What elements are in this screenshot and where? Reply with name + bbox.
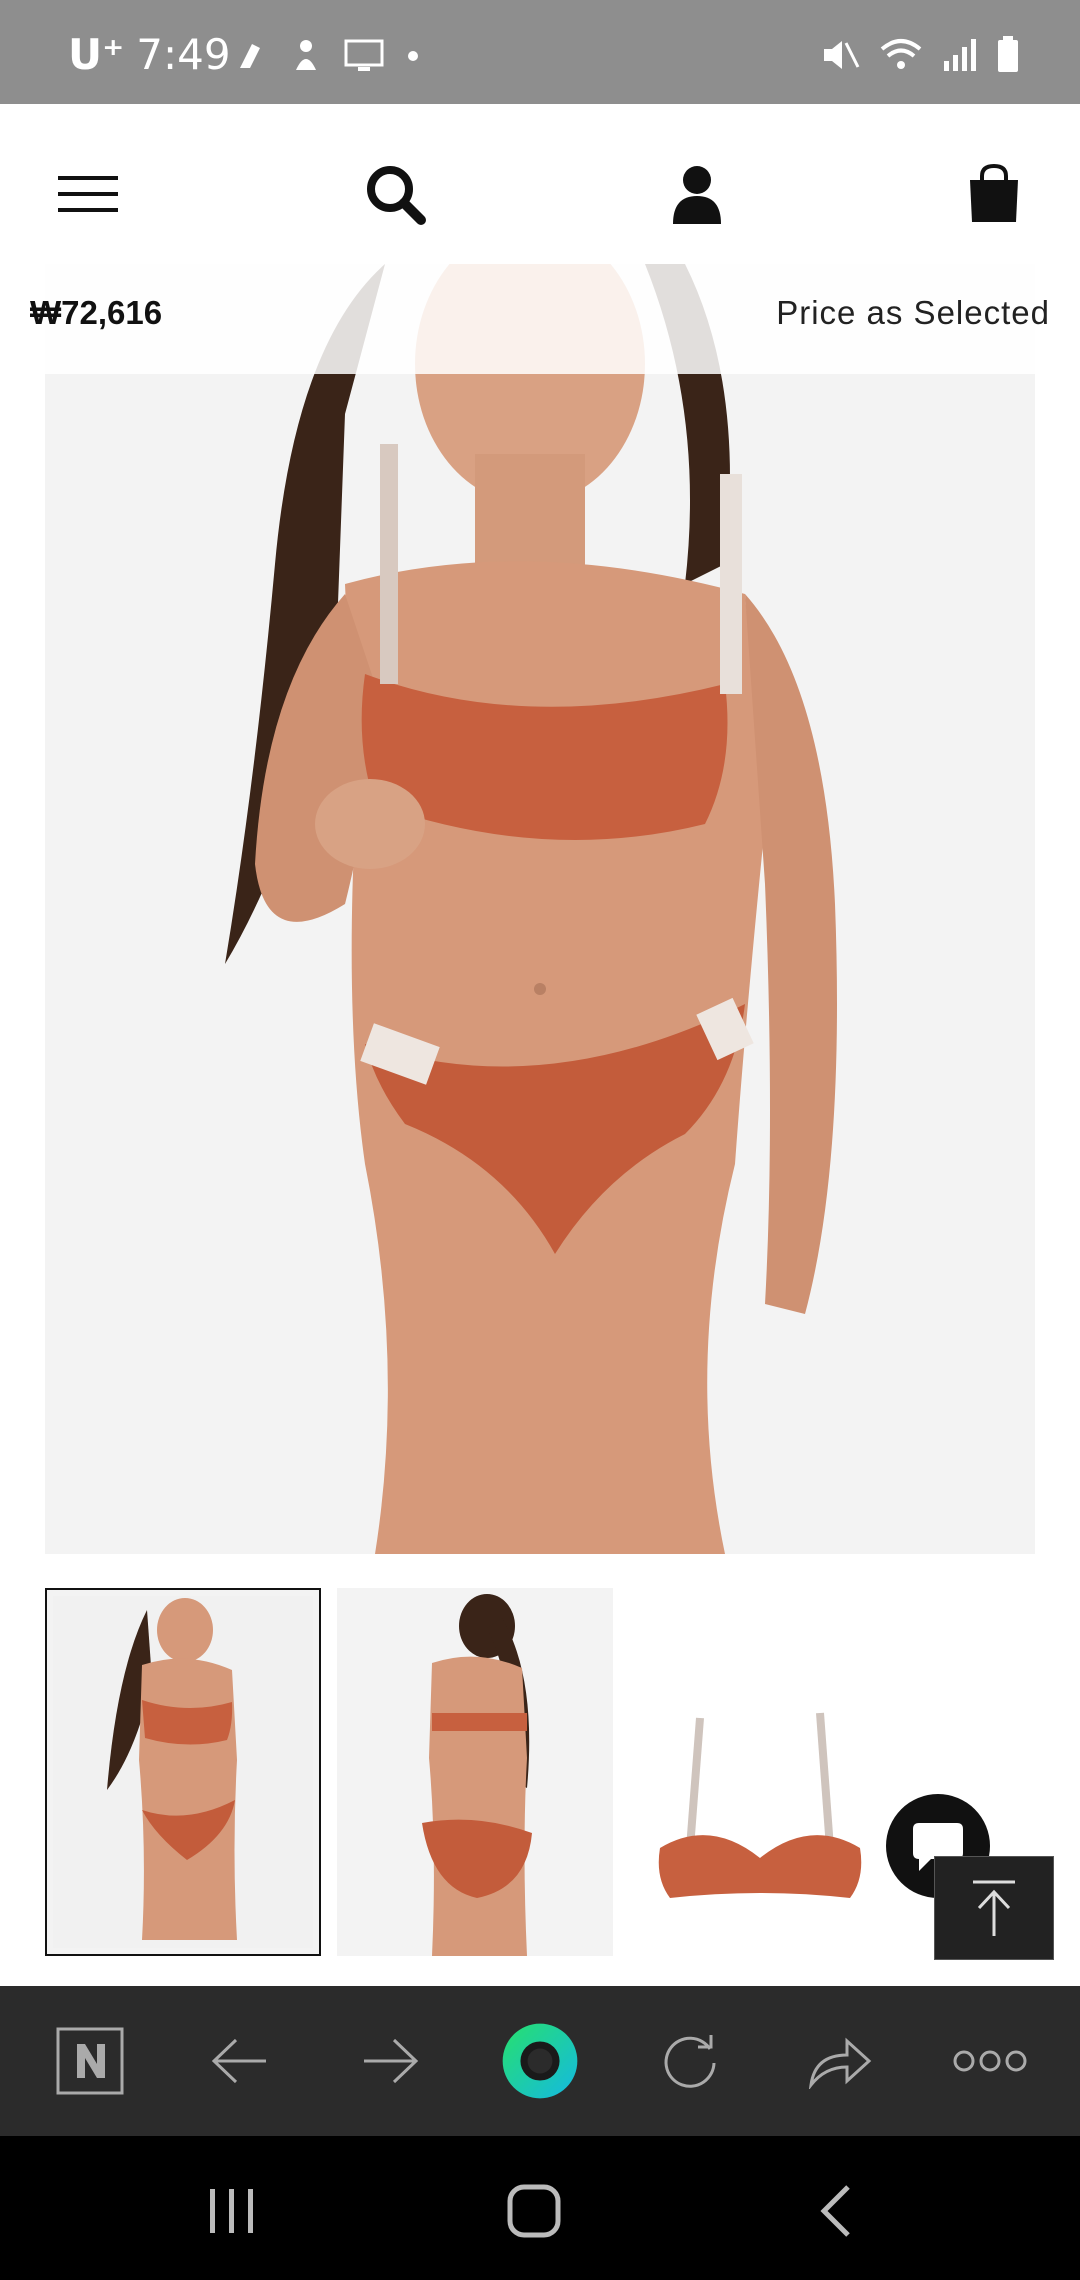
shopping-bag-icon[interactable]: [954, 154, 1034, 234]
screen-icon: [344, 39, 384, 78]
thumbnail-front-image: [53, 1596, 313, 1948]
app-header: [0, 104, 1080, 264]
status-right-icons: [820, 36, 1020, 79]
system-navigation-bar: [0, 2136, 1080, 2280]
account-icon[interactable]: [657, 154, 737, 234]
home-icon[interactable]: [494, 2176, 574, 2246]
product-main-image[interactable]: [45, 264, 1035, 1554]
battery-icon: [996, 36, 1020, 79]
notification-icon: [232, 38, 268, 79]
back-arrow-icon[interactable]: [200, 2021, 280, 2101]
share-icon[interactable]: [800, 2021, 880, 2101]
back-nav-icon[interactable]: [796, 2176, 876, 2246]
clock: 7:49: [136, 30, 231, 79]
wifi-icon: [878, 37, 924, 78]
price-note: Price as Selected: [776, 294, 1050, 331]
green-dot-icon[interactable]: [500, 2021, 580, 2101]
refresh-icon[interactable]: [650, 2021, 730, 2101]
mute-icon: [820, 37, 860, 78]
thumbnail-bra-flat[interactable]: [630, 1588, 906, 1956]
figure-icon: [290, 38, 322, 79]
model-illustration: [45, 264, 1035, 1554]
signal-icon: [942, 37, 978, 78]
thumbnail-bra-image: [630, 1588, 906, 1956]
more-icon[interactable]: [950, 2021, 1030, 2101]
thumbnail-back[interactable]: [337, 1588, 613, 1956]
carrier-label: U⁺: [68, 30, 125, 79]
status-bar: U⁺ 7:49: [0, 0, 1080, 104]
search-icon[interactable]: [355, 154, 435, 234]
naver-home-icon[interactable]: [50, 2021, 130, 2101]
thumbnail-front[interactable]: [45, 1588, 321, 1956]
product-price: ₩72,616: [30, 294, 163, 331]
status-left-icons: [232, 38, 420, 79]
status-time-group: U⁺ 7:49: [68, 30, 231, 79]
recent-apps-icon[interactable]: [192, 2176, 272, 2246]
arrow-up-icon: [973, 1880, 1015, 1936]
menu-icon[interactable]: [48, 154, 128, 234]
dot-icon: [406, 49, 420, 68]
browser-toolbar: [0, 1986, 1080, 2136]
price-bar: ₩72,616 Price as Selected: [0, 264, 1080, 374]
scroll-to-top-button[interactable]: [934, 1856, 1054, 1960]
thumbnail-back-image: [337, 1588, 613, 1956]
forward-arrow-icon[interactable]: [350, 2021, 430, 2101]
